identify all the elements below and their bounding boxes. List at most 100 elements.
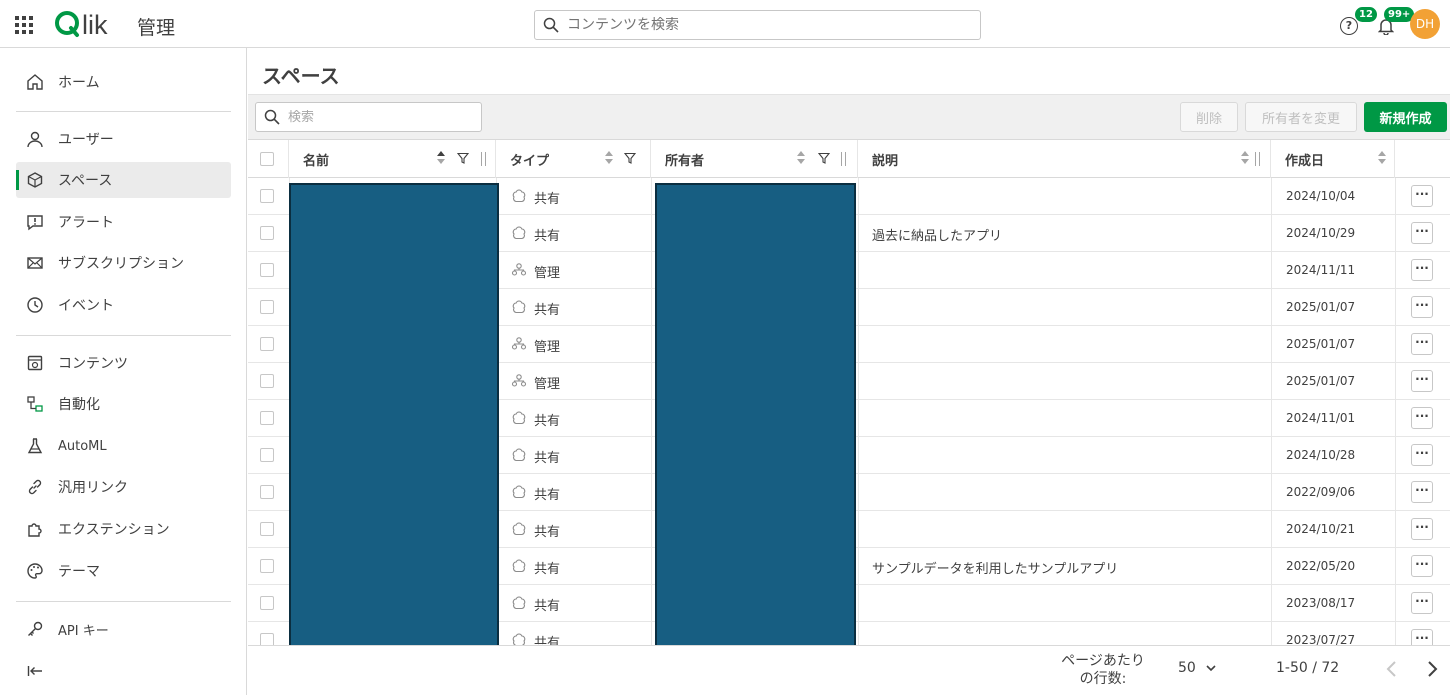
row-checkbox[interactable] xyxy=(260,596,274,610)
qlik-logo[interactable]: lik xyxy=(54,8,116,40)
filter-icon[interactable] xyxy=(457,152,469,164)
help-icon[interactable]: ? xyxy=(1340,17,1358,35)
sidebar-divider xyxy=(16,111,231,112)
row-more-actions-button[interactable]: ··· xyxy=(1411,407,1433,429)
created-date: 2025/01/07 xyxy=(1286,300,1356,314)
mail-icon xyxy=(27,257,43,269)
rows-per-page-label: ページあたり の行数: xyxy=(1053,652,1153,688)
column-label: 名前 xyxy=(303,154,330,169)
column-resize-handle[interactable] xyxy=(481,152,486,166)
row-checkbox[interactable] xyxy=(260,337,274,351)
row-checkbox[interactable] xyxy=(260,374,274,388)
row-more-actions-button[interactable]: ··· xyxy=(1411,629,1433,645)
user-avatar[interactable]: DH xyxy=(1410,9,1440,39)
space-search-input[interactable] xyxy=(288,109,468,125)
content-search-box[interactable] xyxy=(534,10,981,40)
filter-icon[interactable] xyxy=(818,152,830,164)
sort-icon[interactable] xyxy=(797,151,805,165)
sidebar-item-label: アラート xyxy=(58,215,114,231)
delete-button[interactable]: 削除 xyxy=(1180,102,1238,132)
shared-space-icon xyxy=(512,596,526,610)
column-label: 説明 xyxy=(872,154,899,169)
space-search-box[interactable] xyxy=(255,102,482,132)
sidebar-item-extensions[interactable]: エクステンション xyxy=(16,511,231,547)
sort-icon[interactable] xyxy=(1241,151,1249,165)
type-cell: 管理 xyxy=(496,252,651,288)
created-date: 2025/01/07 xyxy=(1286,374,1356,388)
sidebar-item-generic-links[interactable]: 汎用リンク xyxy=(16,469,231,505)
type-cell: 共有 xyxy=(496,400,651,436)
column-resize-handle[interactable] xyxy=(841,152,846,166)
column-resize-handle[interactable] xyxy=(1255,152,1260,166)
sidebar-item-label: API キー xyxy=(58,623,109,639)
next-page-button[interactable] xyxy=(1421,658,1443,680)
sidebar-item-content[interactable]: コンテンツ xyxy=(16,345,231,381)
create-new-button[interactable]: 新規作成 xyxy=(1364,102,1447,132)
row-checkbox[interactable] xyxy=(260,300,274,314)
change-owner-button[interactable]: 所有者を変更 xyxy=(1245,102,1357,132)
column-header-name[interactable]: 名前 xyxy=(289,140,496,178)
managed-space-icon xyxy=(511,263,527,276)
sort-icon[interactable] xyxy=(605,151,613,165)
row-checkbox[interactable] xyxy=(260,485,274,499)
sidebar-item-automation[interactable]: 自動化 xyxy=(16,386,231,422)
row-more-actions-button[interactable]: ··· xyxy=(1411,370,1433,392)
sidebar-item-alerts[interactable]: アラート xyxy=(16,204,231,240)
row-checkbox[interactable] xyxy=(260,411,274,425)
previous-page-button[interactable] xyxy=(1381,658,1403,680)
row-checkbox[interactable] xyxy=(260,263,274,277)
spaces-table: 名前 タイプ 所有者 説明 作成日 共有 2024/10/04 ··· 共有 過… xyxy=(248,140,1450,645)
rows-per-page-select[interactable]: 50 xyxy=(1178,660,1216,676)
row-more-actions-button[interactable]: ··· xyxy=(1411,333,1433,355)
description-cell xyxy=(858,622,1270,645)
sidebar-collapse-button[interactable] xyxy=(16,653,231,689)
created-date: 2022/05/20 xyxy=(1286,559,1356,573)
app-launcher-icon[interactable] xyxy=(15,16,33,34)
sidebar-item-api-keys[interactable]: API キー xyxy=(16,611,231,647)
sort-icon[interactable] xyxy=(1378,151,1386,165)
created-date: 2022/09/06 xyxy=(1286,485,1356,499)
sidebar-item-home[interactable]: ホーム xyxy=(16,64,231,100)
select-all-checkbox[interactable] xyxy=(260,152,274,166)
sidebar-item-users[interactable]: ユーザー xyxy=(16,121,231,157)
row-more-actions-button[interactable]: ··· xyxy=(1411,444,1433,466)
sidebar-item-events[interactable]: イベント xyxy=(16,287,231,323)
type-cell: 共有 xyxy=(496,585,651,621)
row-more-actions-button[interactable]: ··· xyxy=(1411,481,1433,503)
type-label: 共有 xyxy=(534,229,561,244)
row-checkbox[interactable] xyxy=(260,522,274,536)
app-title: 管理 xyxy=(137,17,176,39)
created-date-cell: 2023/08/17 xyxy=(1271,585,1395,621)
top-bar: lik 管理 ? 12 99+ DH xyxy=(0,0,1450,48)
row-more-actions-button[interactable]: ··· xyxy=(1411,555,1433,577)
row-more-actions-button[interactable]: ··· xyxy=(1411,518,1433,540)
description-cell xyxy=(858,511,1270,547)
column-header-type[interactable]: タイプ xyxy=(496,140,651,178)
row-checkbox[interactable] xyxy=(260,226,274,240)
sidebar-item-subscriptions[interactable]: サブスクリプション xyxy=(16,245,231,281)
row-more-actions-button[interactable]: ··· xyxy=(1411,259,1433,281)
type-cell: 管理 xyxy=(496,326,651,362)
column-header-owner[interactable]: 所有者 xyxy=(651,140,858,178)
row-more-actions-button[interactable]: ··· xyxy=(1411,185,1433,207)
user-icon xyxy=(27,131,43,148)
row-more-actions-button[interactable]: ··· xyxy=(1411,592,1433,614)
row-checkbox[interactable] xyxy=(260,559,274,573)
row-checkbox[interactable] xyxy=(260,189,274,203)
content-search-input[interactable] xyxy=(567,17,967,33)
column-header-created[interactable]: 作成日 xyxy=(1271,140,1395,178)
sidebar-item-label: テーマ xyxy=(58,564,100,580)
row-checkbox[interactable] xyxy=(260,633,274,645)
sidebar-item-spaces[interactable]: スペース xyxy=(16,162,231,198)
column-header-description[interactable]: 説明 xyxy=(858,140,1271,178)
sidebar-item-automl[interactable]: AutoML xyxy=(16,428,231,464)
sidebar-item-themes[interactable]: テーマ xyxy=(16,553,231,589)
type-cell: 共有 xyxy=(496,178,651,214)
row-more-actions-button[interactable]: ··· xyxy=(1411,222,1433,244)
row-more-actions-button[interactable]: ··· xyxy=(1411,296,1433,318)
row-checkbox[interactable] xyxy=(260,448,274,462)
sort-icon[interactable] xyxy=(437,151,445,165)
created-date: 2024/10/04 xyxy=(1286,189,1356,203)
filter-icon[interactable] xyxy=(624,152,636,164)
description-cell xyxy=(858,474,1270,510)
